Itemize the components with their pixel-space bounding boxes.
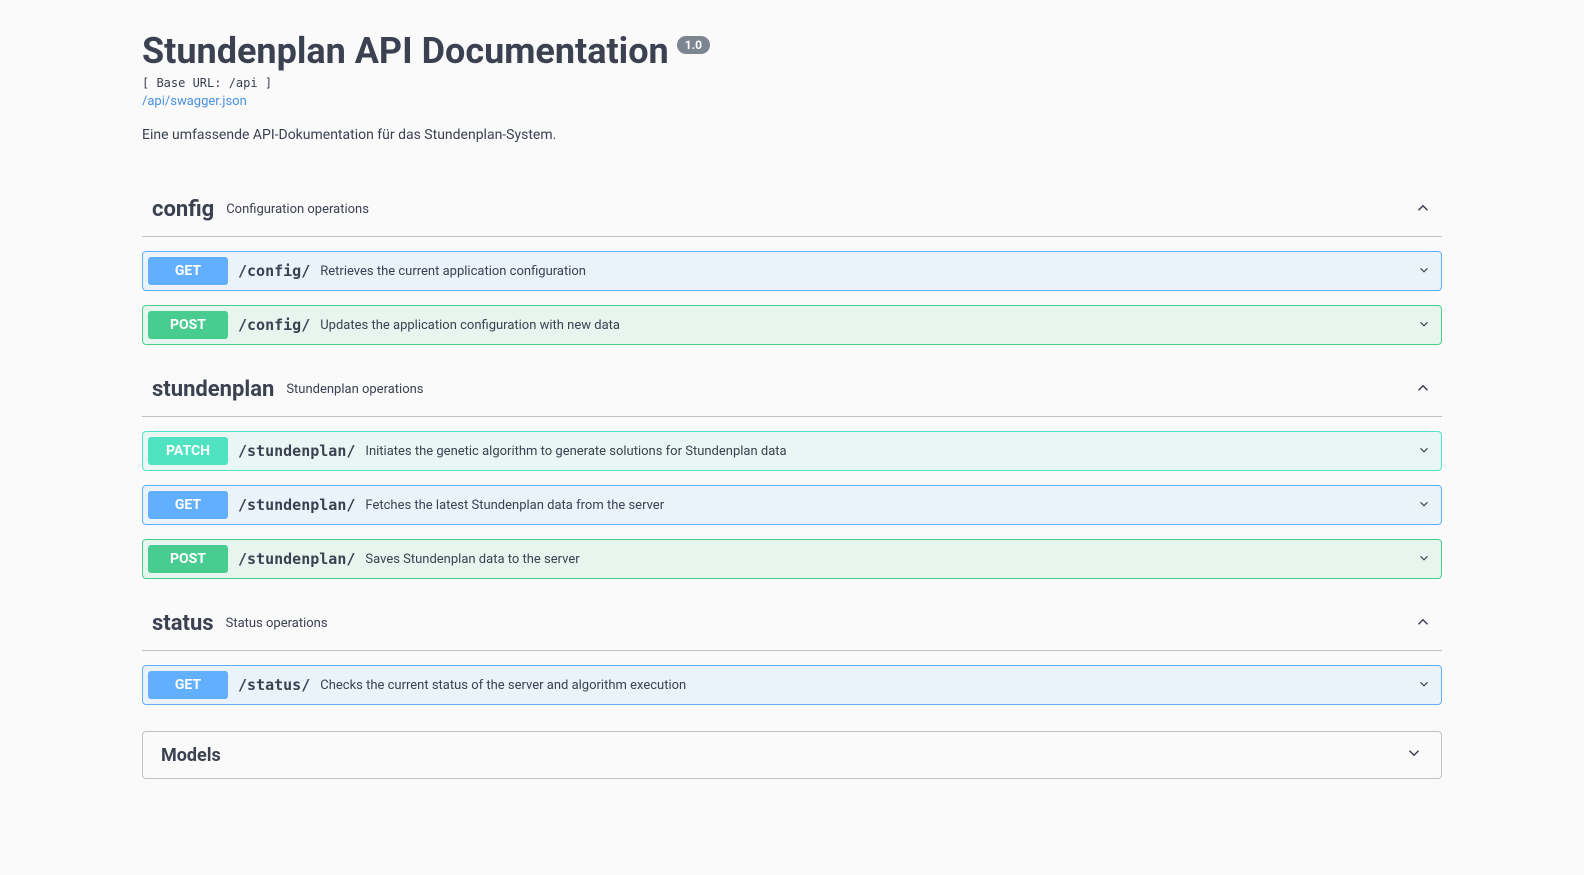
swagger-json-link[interactable]: /api/swagger.json bbox=[142, 94, 247, 109]
chevron-down-icon bbox=[1417, 442, 1431, 461]
method-badge: GET bbox=[148, 257, 228, 285]
api-header: Stundenplan API Documentation 1.0 [ Base… bbox=[142, 30, 1442, 143]
operation-summary: Checks the current status of the server … bbox=[320, 678, 1407, 693]
tag-section-status: status Status operations GET /status/ Ch… bbox=[142, 597, 1442, 705]
operation-get-stundenplan[interactable]: GET /stundenplan/ Fetches the latest Stu… bbox=[142, 485, 1442, 525]
method-badge: POST bbox=[148, 311, 228, 339]
operation-path: /status/ bbox=[238, 676, 310, 694]
page-title: Stundenplan API Documentation bbox=[142, 30, 669, 72]
operation-summary: Initiates the genetic algorithm to gener… bbox=[365, 444, 1407, 459]
tag-description: Status operations bbox=[226, 616, 1402, 631]
models-title: Models bbox=[161, 745, 221, 766]
chevron-down-icon bbox=[1417, 262, 1431, 281]
base-url: [ Base URL: /api ] bbox=[142, 76, 1442, 90]
chevron-down-icon bbox=[1417, 316, 1431, 335]
operation-path: /config/ bbox=[238, 316, 310, 334]
chevron-down-icon bbox=[1405, 744, 1423, 766]
tag-header-status[interactable]: status Status operations bbox=[142, 597, 1442, 651]
tag-name: status bbox=[152, 611, 214, 636]
tag-name: config bbox=[152, 197, 214, 222]
operation-path: /stundenplan/ bbox=[238, 442, 355, 460]
method-badge: PATCH bbox=[148, 437, 228, 465]
operation-patch-stundenplan[interactable]: PATCH /stundenplan/ Initiates the geneti… bbox=[142, 431, 1442, 471]
tag-header-config[interactable]: config Configuration operations bbox=[142, 183, 1442, 237]
operation-path: /config/ bbox=[238, 262, 310, 280]
models-section[interactable]: Models bbox=[142, 731, 1442, 779]
chevron-up-icon bbox=[1414, 199, 1432, 221]
method-badge: GET bbox=[148, 491, 228, 519]
chevron-down-icon bbox=[1417, 496, 1431, 515]
operation-summary: Saves Stundenplan data to the server bbox=[365, 552, 1407, 567]
operation-summary: Updates the application configuration wi… bbox=[320, 318, 1407, 333]
operation-post-config[interactable]: POST /config/ Updates the application co… bbox=[142, 305, 1442, 345]
chevron-down-icon bbox=[1417, 676, 1431, 695]
operation-summary: Retrieves the current application config… bbox=[320, 264, 1407, 279]
version-badge: 1.0 bbox=[677, 36, 710, 54]
operation-path: /stundenplan/ bbox=[238, 496, 355, 514]
tag-section-config: config Configuration operations GET /con… bbox=[142, 183, 1442, 345]
operation-get-status[interactable]: GET /status/ Checks the current status o… bbox=[142, 665, 1442, 705]
tag-description: Stundenplan operations bbox=[286, 382, 1402, 397]
tag-header-stundenplan[interactable]: stundenplan Stundenplan operations bbox=[142, 363, 1442, 417]
chevron-up-icon bbox=[1414, 379, 1432, 401]
operation-summary: Fetches the latest Stundenplan data from… bbox=[365, 498, 1407, 513]
operation-path: /stundenplan/ bbox=[238, 550, 355, 568]
operation-get-config[interactable]: GET /config/ Retrieves the current appli… bbox=[142, 251, 1442, 291]
tag-description: Configuration operations bbox=[226, 202, 1402, 217]
method-badge: GET bbox=[148, 671, 228, 699]
tag-name: stundenplan bbox=[152, 377, 274, 402]
operation-post-stundenplan[interactable]: POST /stundenplan/ Saves Stundenplan dat… bbox=[142, 539, 1442, 579]
api-description: Eine umfassende API-Dokumentation für da… bbox=[142, 127, 1442, 143]
chevron-up-icon bbox=[1414, 613, 1432, 635]
tag-section-stundenplan: stundenplan Stundenplan operations PATCH… bbox=[142, 363, 1442, 579]
method-badge: POST bbox=[148, 545, 228, 573]
chevron-down-icon bbox=[1417, 550, 1431, 569]
